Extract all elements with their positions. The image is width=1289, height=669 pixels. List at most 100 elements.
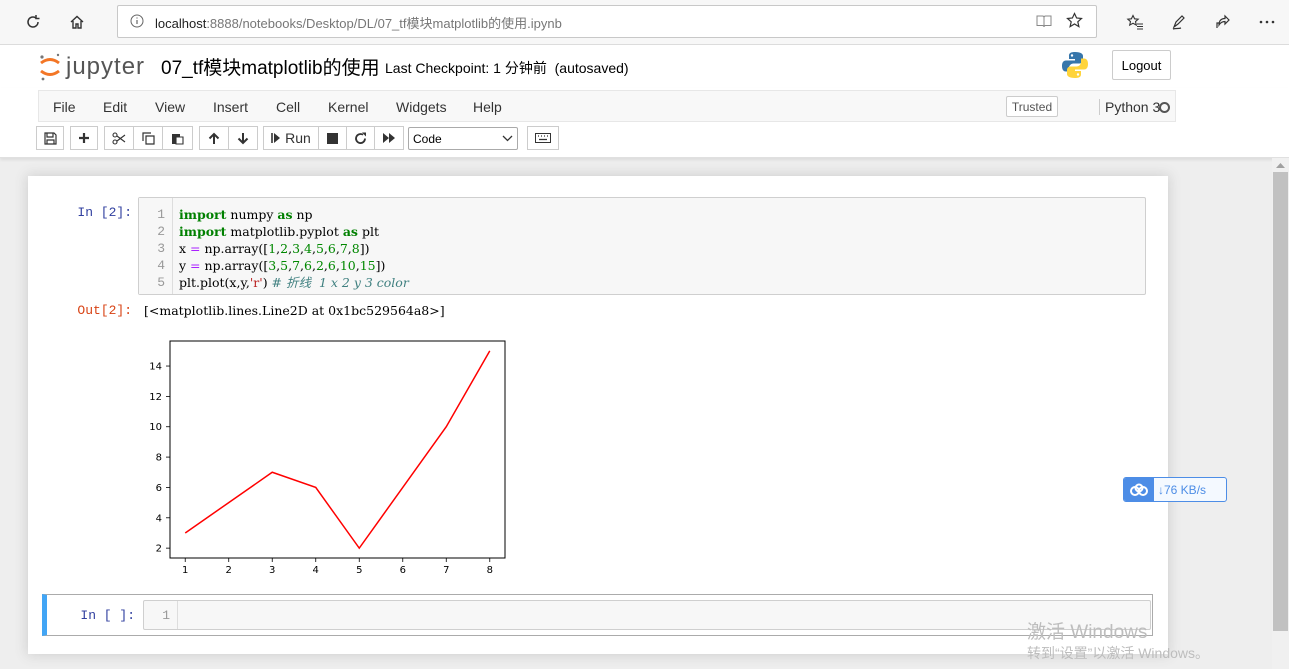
y-tick-label: 12 xyxy=(149,392,162,403)
reading-view-icon[interactable] xyxy=(1036,14,1052,32)
info-icon[interactable] xyxy=(130,14,144,31)
line-number-gutter: 1 2 3 4 5 xyxy=(139,198,173,294)
y-tick-label: 10 xyxy=(149,422,162,433)
interrupt-button[interactable] xyxy=(318,126,347,150)
x-tick-label: 2 xyxy=(226,565,232,576)
kernel-name[interactable]: Python 3 xyxy=(1099,99,1160,115)
scrollbar-thumb[interactable] xyxy=(1273,172,1288,631)
empty-code-cell[interactable]: In [ ]: 1 xyxy=(42,594,1153,636)
menu-help[interactable]: Help xyxy=(473,99,502,115)
notebook-title[interactable]: 07_tf模块matplotlib的使用 xyxy=(161,53,380,80)
insert-cell-button[interactable] xyxy=(70,126,98,150)
address-bar[interactable]: localhost:8888/notebooks/Desktop/DL/07_t… xyxy=(117,5,1097,38)
arrow-down-icon xyxy=(237,132,249,144)
copy-icon xyxy=(141,131,155,145)
keyboard-icon xyxy=(535,133,551,143)
line-number-gutter: 1 xyxy=(144,601,178,629)
cloud-icon xyxy=(1124,478,1154,501)
copy-button[interactable] xyxy=(133,126,163,150)
chevron-down-icon xyxy=(502,135,513,142)
stop-icon xyxy=(327,132,338,144)
y-tick-label: 4 xyxy=(156,513,162,524)
menubar: File Edit View Insert Cell Kernel Widget… xyxy=(38,90,1176,122)
notebook-container: In [2]: 1 2 3 4 5 import numpy as np imp… xyxy=(28,176,1168,654)
paste-icon xyxy=(172,133,184,145)
y-tick-label: 14 xyxy=(149,362,162,373)
line-number: 2 xyxy=(157,224,165,239)
menu-kernel[interactable]: Kernel xyxy=(328,99,368,115)
restart-run-all-button[interactable] xyxy=(374,126,404,150)
menu-file[interactable]: File xyxy=(53,99,76,115)
browser-toolbar: localhost:8888/notebooks/Desktop/DL/07_t… xyxy=(0,0,1289,45)
code-editor-empty[interactable]: 1 xyxy=(143,600,1151,630)
pen-icon[interactable] xyxy=(1164,7,1194,37)
fast-forward-icon xyxy=(383,133,395,143)
line-number: 1 xyxy=(157,207,165,222)
paste-button[interactable] xyxy=(162,126,193,150)
y-tick-label: 8 xyxy=(156,453,162,464)
logout-button[interactable]: Logout xyxy=(1112,50,1171,80)
y-tick-label: 6 xyxy=(156,483,162,494)
checkpoint-status: Last Checkpoint: 1 分钟前 (autosaved) xyxy=(385,60,629,76)
menu-cell[interactable]: Cell xyxy=(276,99,300,115)
line-chart: 1 2 3 4 5 6 7 82468101214 xyxy=(149,340,506,576)
output-prompt: Out[2]: xyxy=(77,303,132,318)
code-line: import matplotlib.pyplot as plt xyxy=(179,224,379,239)
line-number: 3 xyxy=(157,241,165,256)
restart-button[interactable] xyxy=(346,126,375,150)
code-editor[interactable]: 1 2 3 4 5 import numpy as np import matp… xyxy=(138,197,1146,295)
output-text: [<matplotlib.lines.Line2D at 0x1bc529564… xyxy=(144,303,445,318)
x-tick-label: 8 xyxy=(487,565,493,576)
cell-type-select[interactable]: Code xyxy=(408,127,518,150)
home-icon[interactable] xyxy=(62,7,92,37)
line-number: 5 xyxy=(157,275,165,290)
x-tick-label: 1 xyxy=(182,565,188,576)
download-speed-text: ↓76 KB/s xyxy=(1158,482,1207,497)
trusted-badge[interactable]: Trusted xyxy=(1006,96,1058,117)
refresh-icon[interactable] xyxy=(18,7,48,37)
scissors-icon xyxy=(112,131,126,145)
line-number: 4 xyxy=(157,258,165,273)
jupyter-logo[interactable]: jupyter xyxy=(38,52,145,82)
arrow-up-icon xyxy=(208,132,220,144)
input-prompt: In [2]: xyxy=(77,205,132,220)
x-tick-label: 3 xyxy=(269,565,275,576)
x-tick-label: 7 xyxy=(443,565,449,576)
step-forward-icon xyxy=(271,133,281,143)
share-icon[interactable] xyxy=(1208,7,1238,37)
menubar-container: File Edit View Insert Cell Kernel Widget… xyxy=(0,88,1289,158)
url-text: localhost:8888/notebooks/Desktop/DL/07_t… xyxy=(155,16,562,31)
run-button[interactable]: Run xyxy=(263,126,319,150)
jupyter-header: jupyter 07_tf模块matplotlib的使用 Last Checkp… xyxy=(0,45,1289,88)
menu-edit[interactable]: Edit xyxy=(103,99,127,115)
menu-insert[interactable]: Insert xyxy=(213,99,248,115)
plot-area xyxy=(169,340,506,559)
more-icon[interactable] xyxy=(1252,7,1282,37)
move-up-button[interactable] xyxy=(199,126,229,150)
menu-widgets[interactable]: Widgets xyxy=(396,99,447,115)
save-icon xyxy=(43,131,57,145)
menu-view[interactable]: View xyxy=(155,99,185,115)
activation-watermark-subtitle: 转到“设置”以激活 Windows。 xyxy=(1027,645,1210,661)
download-speed-widget[interactable]: ↓76 KB/s xyxy=(1123,477,1227,502)
x-tick-label: 6 xyxy=(400,565,406,576)
favorite-star-icon[interactable] xyxy=(1066,12,1083,32)
code-line: y = np.array([3,5,7,6,2,6,10,15]) xyxy=(179,258,386,273)
move-down-button[interactable] xyxy=(228,126,258,150)
cut-button[interactable] xyxy=(104,126,134,150)
x-tick-label: 4 xyxy=(313,565,319,576)
code-line: import numpy as np xyxy=(179,207,313,222)
save-button[interactable] xyxy=(36,126,64,150)
activation-watermark-title: 激活 Windows xyxy=(1027,622,1148,643)
code-line: x = np.array([1,2,3,4,5,6,7,8]) xyxy=(179,241,370,256)
line-number: 1 xyxy=(162,608,170,623)
favorites-list-icon[interactable] xyxy=(1120,7,1150,37)
plus-icon xyxy=(79,133,89,143)
jupyter-logo-icon xyxy=(40,53,60,81)
code-line: plt.plot(x,y,'r') # 折线 1 x 2 y 3 color xyxy=(179,275,409,290)
scroll-up-icon[interactable] xyxy=(1276,162,1285,168)
x-tick-label: 5 xyxy=(356,565,362,576)
command-palette-button[interactable] xyxy=(527,126,559,150)
restart-icon xyxy=(355,132,366,144)
kernel-status-indicator xyxy=(1159,102,1170,113)
